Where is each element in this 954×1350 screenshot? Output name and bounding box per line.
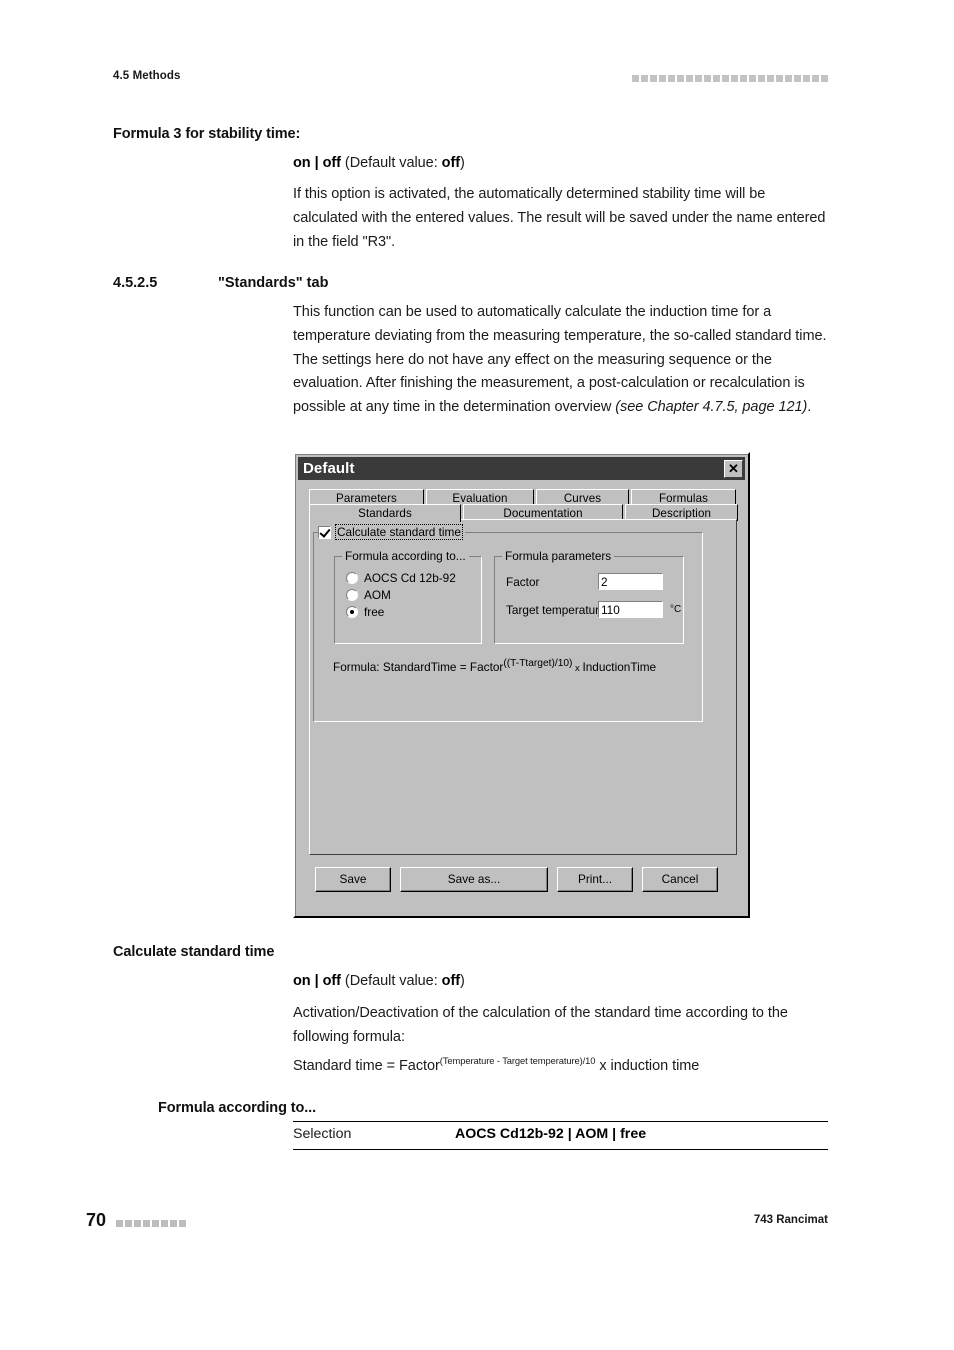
- factor-label: Factor: [506, 574, 540, 589]
- calculate-standard-time-body: Activation/Deactivation of the calculati…: [293, 1005, 788, 1045]
- dialog-tabstrip: Parameters Evaluation Curves Formulas St…: [309, 489, 738, 522]
- formula-3-default-value-line: on | off (Default value: off): [293, 152, 833, 176]
- formula-parameters-group: Formula parameters Factor 2 Target tempe…: [494, 549, 684, 644]
- page-header: 4.5 Methods: [113, 70, 828, 90]
- checkbox-icon[interactable]: [318, 525, 331, 539]
- selection-key: Selection: [293, 1126, 352, 1142]
- standard-time-formula-base: Standard time = Factor: [293, 1058, 440, 1074]
- calculate-standard-time-checkbox-row[interactable]: Calculate standard time: [318, 524, 465, 540]
- save-button[interactable]: Save: [315, 866, 391, 892]
- factor-input[interactable]: 2: [598, 573, 663, 590]
- target-temperature-input[interactable]: 110: [598, 601, 663, 618]
- cancel-button[interactable]: Cancel: [642, 866, 718, 892]
- factor-row: Factor 2: [506, 573, 663, 590]
- radio-icon-free[interactable]: [346, 606, 358, 618]
- cst-onoff: on | off: [293, 973, 341, 989]
- table-row: Selection AOCS Cd12b-92 | AOM | free: [293, 1122, 828, 1149]
- formula-3-default-prefix: (Default value:: [340, 155, 442, 171]
- save-as-button[interactable]: Save as...: [400, 866, 548, 892]
- section-number-4-5-2-5: 4.5.2.5: [113, 275, 158, 291]
- standards-tab-body-text: This function can be used to automatical…: [293, 301, 833, 420]
- header-decoration-squares: [632, 75, 828, 82]
- tab-row-upper: Parameters Evaluation Curves Formulas: [309, 489, 736, 506]
- formula-3-default-suffix: ): [460, 155, 465, 171]
- dialog-formula-tail: InductionTime: [582, 660, 657, 674]
- radio-label-aocs: AOCS Cd 12b-92: [364, 571, 456, 585]
- calculate-standard-time-group: Calculate standard time Formula accordin…: [313, 524, 703, 722]
- heading-formula-according-to: Formula according to...: [158, 1100, 317, 1116]
- standard-time-formula-exponent: (Temperature - Target temperature)/10: [439, 1055, 596, 1067]
- standard-time-formula-tail: x induction time: [595, 1058, 700, 1074]
- formula-according-to-group: Formula according to... AOCS Cd 12b-92 A…: [334, 549, 482, 644]
- radio-icon-aocs[interactable]: [346, 572, 358, 584]
- target-temperature-row: Target temperature 110 °C: [506, 601, 681, 618]
- dialog-formula-prefix: Formula: StandardTime = Factor: [333, 660, 504, 674]
- dialog-button-bar: Save Save as... Print... Cancel: [309, 866, 737, 892]
- selection-table: Selection AOCS Cd12b-92 | AOM | free: [293, 1121, 828, 1150]
- radio-aom[interactable]: AOM: [346, 588, 456, 602]
- print-button[interactable]: Print...: [557, 866, 633, 892]
- cst-default-value: off: [441, 973, 461, 989]
- dialog-formula-text: Formula: StandardTime = Factor((T-Ttarge…: [333, 658, 657, 674]
- target-temperature-label: Target temperature: [506, 602, 606, 617]
- heading-formula-3-stability-time: Formula 3 for stability time:: [113, 126, 301, 142]
- formula-parameters-caption: Formula parameters: [502, 549, 615, 563]
- target-temperature-unit: °C: [670, 604, 682, 615]
- tab-row-lower: Standards Documentation Description: [309, 504, 738, 522]
- radio-label-free: free: [364, 605, 385, 619]
- heading-standards-tab: "Standards" tab: [218, 275, 329, 291]
- running-head-left: 4.5 Methods: [113, 70, 181, 82]
- dialog-formula-exponent: ((T-Ttarget)/10): [503, 658, 573, 670]
- standards-body-period: .: [807, 399, 812, 416]
- formula-according-to-caption: Formula according to...: [342, 549, 469, 563]
- heading-calculate-standard-time: Calculate standard time: [113, 944, 275, 960]
- cst-default-prefix: (Default value:: [340, 973, 442, 989]
- radio-free[interactable]: free: [346, 605, 456, 619]
- formula-according-to-radio-list: AOCS Cd 12b-92 AOM free: [346, 571, 456, 619]
- radio-aocs-cd-12b-92[interactable]: AOCS Cd 12b-92: [346, 571, 456, 585]
- dialog-title: Default: [303, 460, 355, 477]
- dialog-formula-multiplier: x: [572, 663, 583, 674]
- standards-body-crossref: (see Chapter 4.7.5, page 121): [615, 399, 808, 416]
- calculate-standard-time-default-line: on | off (Default value: off): [293, 970, 833, 994]
- page-footer: 70 743 Rancimat: [86, 1210, 828, 1235]
- standard-time-formula: Standard time = Factor(Temperature - Tar…: [293, 1055, 853, 1079]
- radio-label-aom: AOM: [364, 588, 391, 602]
- dialog-titlebar[interactable]: Default ✕: [298, 457, 745, 480]
- formula-3-body-text: If this option is activated, the automat…: [293, 186, 826, 250]
- formula-3-default-value: off: [441, 155, 461, 171]
- close-icon[interactable]: ✕: [724, 459, 743, 478]
- default-method-dialog: Default ✕ Parameters Evaluation Curves F…: [293, 452, 750, 918]
- radio-icon-aom[interactable]: [346, 589, 358, 601]
- tab-standards[interactable]: Standards: [309, 504, 461, 522]
- footer-product-name: 743 Rancimat: [753, 1214, 828, 1226]
- cst-default-suffix: ): [460, 973, 465, 989]
- selection-value: AOCS Cd12b-92 | AOM | free: [455, 1126, 647, 1142]
- calculate-standard-time-label: Calculate standard time: [335, 524, 463, 540]
- formula-3-onoff: on | off: [293, 155, 341, 171]
- footer-decoration-squares: [116, 1220, 186, 1227]
- page-number: 70: [86, 1210, 107, 1230]
